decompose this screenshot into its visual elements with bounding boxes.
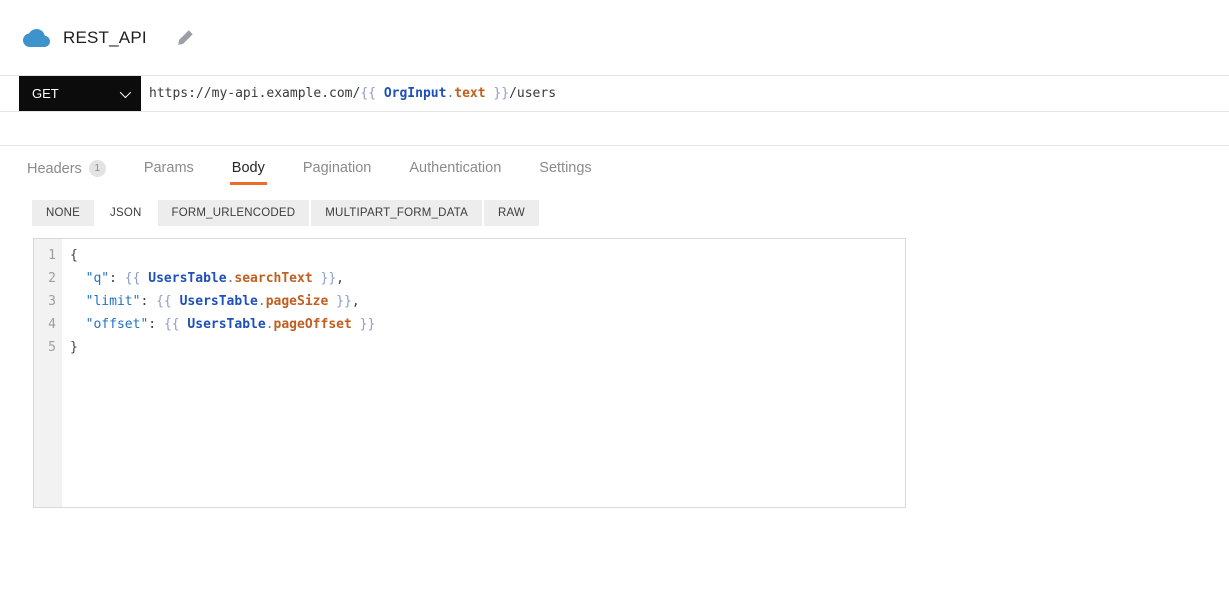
- line-number: 4: [48, 317, 56, 332]
- code-token: https://my-api.example.com/: [149, 86, 361, 101]
- tab-label: Settings: [539, 160, 592, 176]
- code-token: pageOffset: [273, 317, 352, 332]
- code-token: OrgInput: [383, 86, 447, 101]
- code-token: ,: [351, 294, 360, 309]
- code-token: .: [257, 294, 266, 309]
- tab-label: Pagination: [302, 160, 372, 176]
- line-number: 3: [48, 294, 56, 309]
- code-token: {{: [360, 86, 384, 101]
- code-token: UsersTable: [187, 317, 266, 332]
- tab-pagination[interactable]: Pagination: [301, 146, 374, 185]
- tab-label: Authentication: [409, 160, 502, 176]
- code-line[interactable]: "offset": {{ UsersTable.pageOffset }}: [70, 313, 905, 336]
- tab-label: Params: [143, 160, 194, 176]
- code-token: pageSize: [265, 294, 329, 309]
- request-bar: GET https://my-api.example.com/{{ OrgInp…: [0, 75, 1229, 112]
- code-token: {{: [124, 271, 149, 286]
- code-token: }}: [312, 271, 337, 286]
- code-token: {{: [163, 317, 188, 332]
- body-type-raw[interactable]: RAW: [483, 200, 539, 226]
- tab-headers[interactable]: Headers 1: [25, 146, 108, 186]
- code-token: "q": [85, 271, 110, 286]
- body-type-none[interactable]: NONE: [32, 200, 95, 226]
- code-token: }}: [328, 294, 352, 309]
- pencil-icon: [178, 30, 194, 45]
- api-header: REST_API: [0, 0, 1229, 75]
- code-token: .: [446, 86, 455, 101]
- cloud-icon: [23, 28, 50, 47]
- code-token: UsersTable: [179, 294, 258, 309]
- code-token: text: [454, 86, 486, 101]
- body-type-form-urlencoded[interactable]: FORM_URLENCODED: [157, 200, 310, 226]
- line-number: 5: [48, 340, 56, 355]
- code-line[interactable]: {: [70, 244, 905, 267]
- line-number-gutter: 1 2 3 4 5: [34, 239, 62, 507]
- code-token: :: [109, 271, 125, 286]
- method-label: GET: [32, 86, 59, 101]
- code-token: ,: [336, 271, 344, 286]
- code-token: /users: [509, 86, 557, 101]
- code-line[interactable]: "q": {{ UsersTable.searchText }},: [70, 267, 905, 290]
- request-config-tabs: Headers 1 Params Body Pagination Authent…: [0, 146, 1229, 186]
- url-input[interactable]: https://my-api.example.com/{{ OrgInput. t…: [141, 76, 1229, 111]
- code-token: :: [140, 294, 157, 309]
- tab-label: Headers: [27, 160, 82, 177]
- tab-settings[interactable]: Settings: [537, 146, 593, 185]
- code-token: }}: [351, 317, 376, 332]
- tab-authentication[interactable]: Authentication: [407, 146, 503, 185]
- code-token: .: [265, 317, 274, 332]
- code-token: "limit": [85, 294, 141, 309]
- code-line[interactable]: }: [70, 336, 905, 359]
- body-type-tabs: NONE JSON FORM_URLENCODED MULTIPART_FORM…: [32, 200, 539, 226]
- code-token: }}: [485, 86, 510, 101]
- code-token: "offset": [85, 317, 149, 332]
- json-body-editor[interactable]: 1 2 3 4 5 { "q": {{ UsersTable.searchTex…: [33, 238, 906, 508]
- code-token: searchText: [234, 271, 313, 286]
- headers-count-badge: 1: [88, 160, 106, 177]
- tab-params[interactable]: Params: [142, 146, 196, 185]
- line-number: 2: [48, 271, 56, 286]
- code-token: UsersTable: [148, 271, 227, 286]
- rename-button[interactable]: [177, 29, 195, 47]
- line-number: 1: [48, 248, 56, 263]
- code-line[interactable]: "limit": {{ UsersTable.pageSize }},: [70, 290, 905, 313]
- code-token: {: [70, 248, 78, 263]
- tab-body[interactable]: Body: [229, 146, 267, 185]
- method-dropdown[interactable]: GET: [19, 76, 141, 111]
- page-title: REST_API: [63, 27, 147, 47]
- body-type-json[interactable]: JSON: [96, 200, 156, 226]
- body-type-multipart-form-data[interactable]: MULTIPART_FORM_DATA: [311, 200, 482, 226]
- tab-label: Body: [231, 160, 265, 176]
- code-token: :: [148, 317, 164, 332]
- chevron-down-icon: [119, 86, 132, 98]
- code-area[interactable]: { "q": {{ UsersTable.searchText }}, "lim…: [62, 239, 905, 507]
- code-token: {{: [156, 294, 180, 309]
- section-divider: [0, 112, 1229, 146]
- code-token: }: [70, 340, 78, 355]
